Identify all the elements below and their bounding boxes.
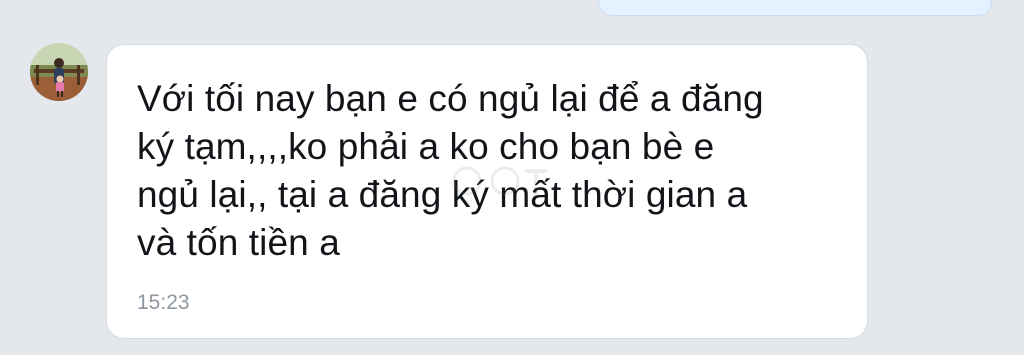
sender-avatar[interactable] [30, 43, 88, 101]
watermark-logo-icon [452, 166, 547, 196]
message-timestamp: 15:23 [137, 291, 190, 314]
avatar-photo-icon [30, 43, 88, 101]
incoming-message-bubble[interactable]: Với tối nay bạn e có ngủ lại để a đăng k… [106, 44, 868, 339]
message-line: Với tối nay bạn e có ngủ lại để a đăng [137, 78, 764, 119]
outgoing-message-bubble[interactable] [598, 0, 992, 16]
chat-area: Với tối nay bạn e có ngủ lại để a đăng k… [0, 0, 1024, 355]
message-line: và tốn tiền a [137, 222, 340, 263]
